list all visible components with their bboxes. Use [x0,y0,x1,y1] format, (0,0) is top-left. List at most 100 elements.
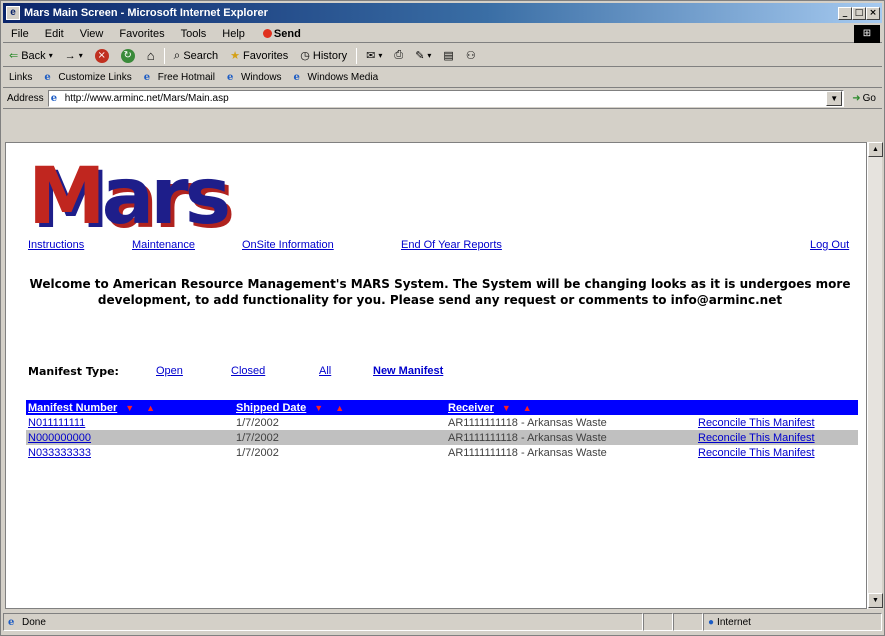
ie-app-icon: e [6,6,20,20]
maintenance-link[interactable]: Maintenance [132,239,195,251]
link-label: Customize Links [58,72,132,83]
manifest-number-link[interactable]: N033333333 [28,447,91,459]
chevron-down-icon: ▾ [378,51,383,60]
menu-tools[interactable]: Tools [173,28,215,40]
back-button[interactable]: ⇐ Back ▾ [3,49,59,63]
link-label: Windows [240,72,282,83]
globe-icon: ● [708,616,715,628]
windows-logo: ⊞ [854,25,880,43]
address-url: http://www.arminc.net/Mars/Main.asp [64,93,229,104]
mars-logo: Mars [28,157,231,237]
shipped-date-cell: 1/7/2002 [236,446,279,459]
shipped-date-cell: 1/7/2002 [234,430,446,445]
filter-closed-link[interactable]: Closed [231,365,265,377]
action-cell: Reconcile This Manifest [696,445,858,460]
close-button[interactable]: × [866,6,880,20]
address-input[interactable]: e http://www.arminc.net/Mars/Main.asp [47,90,845,107]
reconcile-link[interactable]: Reconcile This Manifest [698,432,815,444]
manifest-number-link[interactable]: N011111111 [28,417,85,429]
reconcile-link[interactable]: Reconcile This Manifest [698,417,815,429]
toolbar-separator [163,47,165,64]
chevron-down-icon: ▾ [48,51,53,60]
link-label: Free Hotmail [157,72,215,83]
menu-edit[interactable]: Edit [37,28,72,40]
refresh-button[interactable]: ↻ [115,48,141,63]
receiver-cell: AR1111111118 - Arkansas Waste [446,430,696,445]
messenger-button[interactable]: ⚇ [460,49,482,62]
links-bar: Links e Customize Links e Free Hotmail e… [3,68,882,88]
edit-icon: ✎ [415,50,425,62]
scroll-up-icon[interactable]: ▲ [868,142,883,157]
discuss-icon: ▤ [443,50,454,62]
end-of-year-reports-link[interactable]: End Of Year Reports [401,239,502,251]
print-button[interactable]: ⎙ [388,49,409,62]
manifest-table: Manifest Number ▼ ▲ Shipped Date ▼ ▲ Receive… [26,400,858,460]
go-arrow-icon: ➜ [852,93,861,104]
scroll-down-icon[interactable]: ▼ [868,593,883,608]
filter-all-link[interactable]: All [319,365,331,377]
sort-ascending-icon[interactable]: ▲ [335,403,344,413]
window-title: Mars Main Screen - Microsoft Internet Ex… [24,7,268,19]
send-button[interactable]: Send [259,28,305,40]
stop-button[interactable]: × [89,48,115,63]
sort-descending-icon[interactable]: ▼ [314,403,323,413]
history-button[interactable]: ◷ History [294,49,353,63]
manifest-number-cell: N011111111 [26,415,234,430]
manifest-number-header-link[interactable]: Manifest Number [28,402,117,414]
ie-page-icon: e [226,72,234,83]
search-button[interactable]: ⌕ Search [168,48,225,63]
home-button[interactable]: ⌂ [141,48,161,63]
log-out-link[interactable]: Log Out [810,239,849,251]
link-windows[interactable]: e Windows [221,72,288,83]
onsite-information-link[interactable]: OnSite Information [242,239,334,251]
filter-open-link[interactable]: Open [156,365,183,377]
menu-favorites[interactable]: Favorites [111,28,172,40]
chevron-down-icon: ▾ [78,51,83,60]
address-label: Address [7,93,44,104]
send-label: Send [273,27,301,40]
link-windows-media[interactable]: e Windows Media [288,72,385,83]
menu-help[interactable]: Help [214,28,253,40]
menu-view[interactable]: View [72,28,112,40]
stop-icon: × [94,48,109,63]
mail-icon: ✉ [366,50,376,62]
shipped-date-header-link[interactable]: Shipped Date [236,402,306,414]
address-dropdown-icon[interactable]: ▼ [826,91,843,106]
header-shipped-date: Shipped Date ▼ ▲ [234,400,446,415]
receiver-cell: AR1111111118 - Arkansas Waste [448,416,607,429]
search-label: Search [183,49,219,62]
toolbar-separator [356,47,358,64]
reconcile-link[interactable]: Reconcile This Manifest [698,447,815,459]
messenger-icon: ⚇ [465,50,476,62]
table-row: N011111111 1/7/2002 AR1111111118 - Arkan… [26,415,858,430]
edit-button[interactable]: ✎ ▾ [409,49,437,62]
sort-descending-icon[interactable]: ▼ [125,403,134,413]
welcome-message: Welcome to American Resource Management'… [29,277,851,307]
home-icon: ⌂ [146,48,155,63]
vertical-scrollbar[interactable]: ▲ ▼ [867,142,883,609]
ie-page-icon: e [44,72,51,83]
menu-bar: File Edit View Favorites Tools Help Send [3,25,882,43]
sort-ascending-icon[interactable]: ▲ [523,403,532,413]
instructions-link[interactable]: Instructions [28,239,84,251]
links-label: Links [9,72,33,83]
mail-button[interactable]: ✉ ▾ [360,49,388,62]
menu-file[interactable]: File [3,28,37,40]
discuss-button[interactable]: ▤ [437,49,459,62]
sort-descending-icon[interactable]: ▼ [502,403,511,413]
manifest-number-link[interactable]: N000000000 [28,432,91,444]
sort-ascending-icon[interactable]: ▲ [146,403,155,413]
maximize-button[interactable]: □ [852,6,866,20]
forward-button[interactable]: → ▾ [59,50,89,62]
go-button[interactable]: ➜ Go [846,93,882,104]
link-customize-links[interactable]: e Customize Links [38,72,137,83]
minimize-button[interactable]: _ [838,6,852,20]
go-label: Go [862,93,876,104]
ie-page-icon: e [50,93,58,104]
title-bar[interactable]: e Mars Main Screen - Microsoft Internet … [3,3,882,23]
new-manifest-link[interactable]: New Manifest [373,365,443,377]
receiver-header-link[interactable]: Receiver [448,402,494,414]
favorites-button[interactable]: ★ Favorites [224,49,294,63]
link-free-hotmail[interactable]: e Free Hotmail [138,72,221,83]
favorites-label: Favorites [243,49,289,62]
